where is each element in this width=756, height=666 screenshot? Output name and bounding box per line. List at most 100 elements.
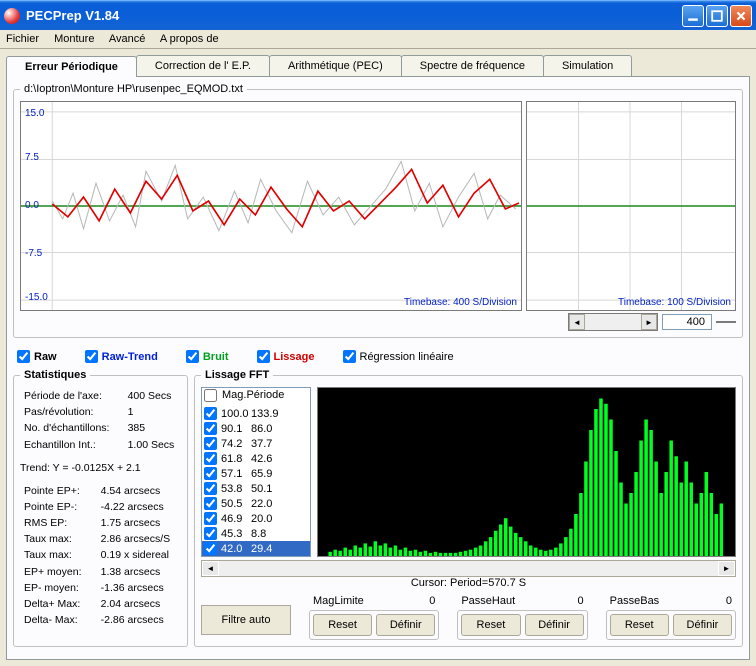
menu-mount[interactable]: Monture <box>54 33 94 45</box>
fft-list[interactable]: Mag.Période 100.0133.990.186.074.237.761… <box>201 387 311 557</box>
menu-about[interactable]: A propos de <box>160 33 219 45</box>
stat-value: 2.86 arcsecs/S <box>91 532 179 546</box>
fft-row[interactable]: 57.165.9 <box>202 466 310 481</box>
cb-raw-trend[interactable]: Raw-Trend <box>85 350 158 363</box>
stat-label: RMS EP: <box>22 516 89 530</box>
ytick: -15.0 <box>25 292 48 303</box>
fft-row-checkbox[interactable] <box>204 407 217 420</box>
define-button[interactable]: Définir <box>376 614 435 636</box>
fft-spectrum[interactable] <box>317 387 736 557</box>
fft-row-checkbox[interactable] <box>204 482 217 495</box>
reset-button[interactable]: Reset <box>610 614 669 636</box>
ytick: -7.5 <box>25 248 42 259</box>
file-path-group: d:\Ioptron\Monture HP\rusenpec_EQMOD.txt… <box>13 83 743 338</box>
stat-value: 0.19 x sidereal <box>91 548 179 562</box>
filter-auto-button[interactable]: Filtre auto <box>201 605 291 635</box>
scroll-right-icon[interactable]: ► <box>641 314 657 330</box>
fft-row[interactable]: 42.029.4 <box>202 541 310 556</box>
reset-button[interactable]: Reset <box>461 614 520 636</box>
fft-row[interactable]: 61.842.6 <box>202 451 310 466</box>
fft-row-checkbox[interactable] <box>204 452 217 465</box>
window-title: PECPrep V1.84 <box>26 8 682 23</box>
timebase-label: Timebase: 100 S/Division <box>618 297 731 308</box>
fft-row[interactable]: 46.920.0 <box>202 511 310 526</box>
cb-raw[interactable]: Raw <box>17 350 57 363</box>
minimize-button[interactable] <box>682 5 704 27</box>
stat-value: 1 <box>118 405 179 419</box>
stat-label: EP+ moyen: <box>22 565 89 579</box>
tab-spectre[interactable]: Spectre de fréquence <box>401 55 544 76</box>
fft-row[interactable]: 100.0133.9 <box>202 406 310 421</box>
spectrum-hscroll[interactable]: ◄ ► <box>201 560 736 577</box>
stat-label: Pointe EP+: <box>22 484 89 498</box>
scroll-left-icon[interactable]: ◄ <box>569 314 585 330</box>
fft-row-checkbox[interactable] <box>204 497 217 510</box>
menu-advanced[interactable]: Avancé <box>109 33 146 45</box>
stat-value: 400 Secs <box>118 389 179 403</box>
stat-value: 385 <box>118 421 179 435</box>
stat-label: Taux max: <box>22 532 89 546</box>
define-button[interactable]: Définir <box>673 614 732 636</box>
cb-regression[interactable]: Régression linéaire <box>343 350 454 363</box>
cursor-text: Cursor: Period=570.7 S <box>201 577 736 589</box>
app-icon <box>4 8 20 24</box>
fft-row[interactable]: 74.237.7 <box>202 436 310 451</box>
side-chart[interactable]: Timebase: 100 S/Division <box>526 101 736 311</box>
trend-text: Trend: Y = -0.0125X + 2.1 <box>20 462 181 474</box>
fft-row[interactable]: 45.38.8 <box>202 526 310 541</box>
scroll-right-icon[interactable]: ► <box>718 561 735 576</box>
stat-value: -1.36 arcsecs <box>91 581 179 595</box>
fft-row-checkbox[interactable] <box>204 422 217 435</box>
main-chart[interactable]: 15.0 7.5 0.0 -7.5 -15.0 Timebase: 400 S/… <box>20 101 522 311</box>
stat-label: Pas/révolution: <box>22 405 116 419</box>
filter-label: PasseBas <box>610 595 660 607</box>
menu-file[interactable]: Fichier <box>6 33 39 45</box>
stat-value: 1.38 arcsecs <box>91 565 179 579</box>
close-button[interactable] <box>730 5 752 27</box>
stat-value: 4.54 arcsecs <box>91 484 179 498</box>
fft-row[interactable]: 90.186.0 <box>202 421 310 436</box>
ytick: 0.0 <box>25 200 39 211</box>
fft-row[interactable]: 53.850.1 <box>202 481 310 496</box>
stats-panel: Statistiques Période de l'axe:400 SecsPa… <box>13 369 188 647</box>
maximize-button[interactable] <box>706 5 728 27</box>
stat-label: Période de l'axe: <box>22 389 116 403</box>
fft-legend: Lissage FFT <box>201 369 273 381</box>
fft-row-checkbox[interactable] <box>204 467 217 480</box>
fft-row-checkbox[interactable] <box>204 542 217 555</box>
chart-hscroll-2[interactable] <box>716 321 736 323</box>
tab-erreur-periodique[interactable]: Erreur Périodique <box>6 56 137 77</box>
cb-lissage[interactable]: Lissage <box>257 350 315 363</box>
cb-mag-all[interactable] <box>204 389 217 402</box>
fft-row-checkbox[interactable] <box>204 527 217 540</box>
fft-row-checkbox[interactable] <box>204 512 217 525</box>
fft-row[interactable]: 50.522.0 <box>202 496 310 511</box>
timebase-label: Timebase: 400 S/Division <box>404 297 517 308</box>
cb-bruit[interactable]: Bruit <box>186 350 229 363</box>
stat-value: 2.04 arcsecs <box>91 597 179 611</box>
define-button[interactable]: Définir <box>525 614 584 636</box>
window-titlebar: PECPrep V1.84 <box>0 0 756 30</box>
menubar: Fichier Monture Avancé A propos de <box>0 30 756 49</box>
tab-row: Erreur Périodique Correction de l' E.P. … <box>6 55 750 76</box>
scroll-left-icon[interactable]: ◄ <box>202 561 219 576</box>
file-path-text: d:\Ioptron\Monture HP\rusenpec_EQMOD.txt <box>20 83 247 95</box>
reset-button[interactable]: Reset <box>313 614 372 636</box>
stat-label: Taux max: <box>22 548 89 562</box>
filter-value: 0 <box>726 595 732 607</box>
stat-value: 1.00 Secs <box>118 438 179 452</box>
tab-simulation[interactable]: Simulation <box>543 55 632 76</box>
filter-label: MagLimite <box>313 595 364 607</box>
filter-value: 0 <box>578 595 584 607</box>
stat-label: No. d'échantillons: <box>22 421 116 435</box>
ytick: 7.5 <box>25 152 39 163</box>
ytick: 15.0 <box>25 108 44 119</box>
stat-value: -4.22 arcsecs <box>91 500 179 514</box>
fft-row-checkbox[interactable] <box>204 437 217 450</box>
stat-value: -2.86 arcsecs <box>91 613 179 627</box>
xscale-value[interactable]: 400 <box>662 314 712 330</box>
tab-arithmetique[interactable]: Arithmétique (PEC) <box>269 55 402 76</box>
tab-correction[interactable]: Correction de l' E.P. <box>136 55 270 76</box>
chart-hscroll[interactable]: ◄ ► <box>568 313 658 331</box>
fft-panel: Lissage FFT Mag.Période 100.0133.990.186… <box>194 369 743 647</box>
